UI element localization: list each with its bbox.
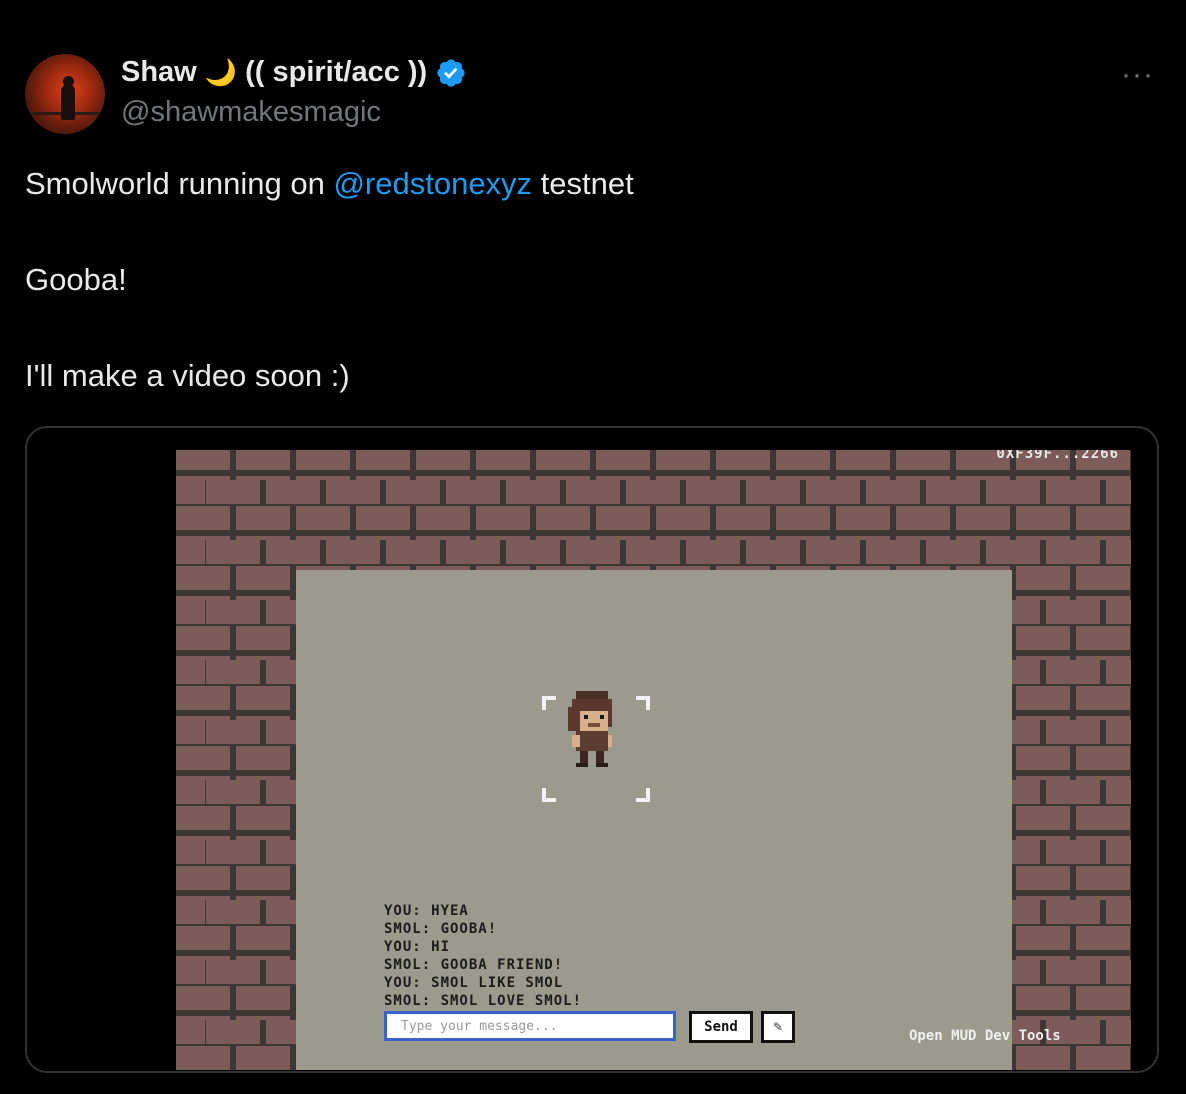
- chat-message: SMOL: GOOBA!: [384, 921, 498, 937]
- tweet-text-line-2: Gooba!: [25, 262, 127, 297]
- brick-row: [176, 540, 1131, 564]
- game-screenshot: 0XF39F...2266 YOU: HYEA SMOL: GOOBA! YOU…: [176, 450, 1131, 1070]
- author-handle[interactable]: @shawmakesmagic: [121, 96, 381, 129]
- tweet-text-suffix: testnet: [532, 166, 634, 201]
- smol-character-sprite[interactable]: [564, 690, 620, 772]
- selection-bracket-top-right: [636, 696, 650, 710]
- chat-message: YOU: SMOL LIKE SMOL: [384, 975, 564, 991]
- avatar-figure: [61, 84, 75, 120]
- verified-badge-icon: [437, 58, 465, 87]
- author-avatar[interactable]: [25, 54, 105, 134]
- moon-icon: 🌙: [204, 57, 238, 87]
- microphone-icon: ✎: [772, 1020, 784, 1034]
- more-options-icon[interactable]: ···: [1121, 58, 1154, 92]
- chat-message: YOU: HYEA: [384, 903, 469, 919]
- wallet-address[interactable]: 0XF39F...2266: [996, 450, 1119, 462]
- author-name-suffix[interactable]: (( spirit/acc )): [245, 56, 427, 89]
- selection-bracket-top-left: [542, 696, 556, 710]
- open-dev-tools-link[interactable]: Open MUD Dev Tools: [909, 1028, 1061, 1044]
- chat-message: YOU: HI: [384, 939, 451, 955]
- brick-row: [176, 480, 1131, 504]
- selection-bracket-bottom-left: [542, 788, 556, 802]
- tweet-text-line-1: Smolworld running on @redstonexyz testne…: [25, 166, 634, 202]
- tweet-text-prefix: Smolworld running on: [25, 166, 334, 201]
- tweet-text-line-3: I'll make a video soon :): [25, 358, 350, 393]
- selection-bracket-bottom-right: [636, 788, 650, 802]
- chat-message: SMOL: GOOBA FRIEND!: [384, 957, 564, 973]
- send-button[interactable]: Send: [689, 1011, 753, 1043]
- microphone-button[interactable]: ✎: [761, 1011, 795, 1043]
- author-name-row[interactable]: Shaw 🌙 (( spirit/acc )): [121, 56, 467, 89]
- chat-log: YOU: HYEA SMOL: GOOBA! YOU: HI SMOL: GOO…: [384, 902, 582, 1010]
- chat-message: SMOL: SMOL LOVE SMOL!: [384, 993, 583, 1009]
- author-display-name[interactable]: Shaw: [121, 56, 197, 89]
- message-input[interactable]: [384, 1011, 676, 1041]
- mention-link[interactable]: @redstonexyz: [333, 166, 532, 201]
